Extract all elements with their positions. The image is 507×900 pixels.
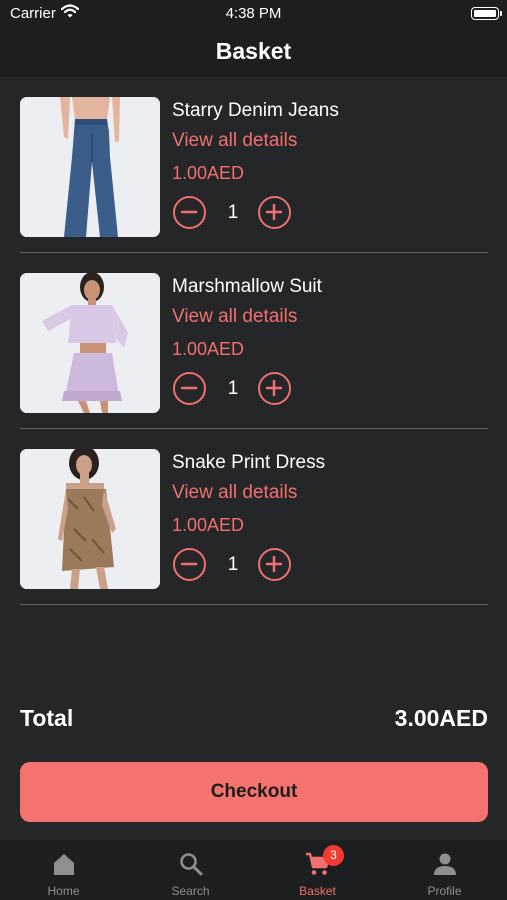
product-price: 1.00AED [172,339,245,359]
cart-count-badge: 3 [323,845,344,866]
product-image[interactable] [20,449,160,589]
tab-label: Basket [299,884,336,898]
increase-quantity-button[interactable] [258,196,291,229]
minus-icon [180,386,198,390]
product-price: 1.00AED [172,163,245,183]
increase-quantity-button[interactable] [258,372,291,405]
product-image[interactable] [20,97,160,237]
increase-quantity-button[interactable] [258,548,291,581]
quantity-value: 1 [227,202,239,223]
tab-label: Profile [427,884,462,898]
decrease-quantity-button[interactable] [173,548,206,581]
tab-bar: Home Search 3 Basket Profile [0,840,507,900]
quantity-value: 1 [227,378,239,399]
page-title: Basket [215,38,292,64]
battery-icon [471,7,502,20]
navigation-bar: Basket [0,28,507,77]
tab-label: Home [47,884,80,898]
decrease-quantity-button[interactable] [173,196,206,229]
product-name: Snake Print Dress [172,452,326,473]
tab-basket[interactable]: 3 Basket [254,840,381,900]
person-icon [433,853,456,875]
tab-home[interactable]: Home [0,840,127,900]
tab-label: Search [171,884,210,898]
home-icon [53,854,74,875]
minus-icon [180,562,198,566]
total-row: Total 3.00AED [20,705,488,737]
plus-icon [265,555,283,573]
plus-icon [265,379,283,397]
view-details-link[interactable]: View all details [172,482,297,504]
clock: 4:38 PM [225,5,282,22]
product-image[interactable] [20,273,160,413]
basket-item: Marshmallow Suit View all details 1.00AE… [20,253,488,429]
tab-profile[interactable]: Profile [381,840,507,900]
total-value: 3.00AED [394,705,488,731]
decrease-quantity-button[interactable] [173,372,206,405]
view-details-link[interactable]: View all details [172,306,297,328]
product-name: Marshmallow Suit [172,276,322,297]
minus-icon [180,210,198,214]
view-details-link[interactable]: View all details [172,130,297,152]
status-bar: Carrier 4:38 PM [0,0,507,28]
basket-item: Snake Print Dress View all details 1.00A… [20,429,488,605]
basket-item: Starry Denim Jeans View all details 1.00… [20,77,488,253]
quantity-value: 1 [227,554,239,575]
plus-icon [265,203,283,221]
checkout-button[interactable]: Checkout [20,762,488,822]
product-price: 1.00AED [172,515,245,535]
total-label: Total [20,705,74,731]
product-name: Starry Denim Jeans [172,100,339,121]
search-icon [179,853,202,876]
tab-search[interactable]: Search [127,840,254,900]
